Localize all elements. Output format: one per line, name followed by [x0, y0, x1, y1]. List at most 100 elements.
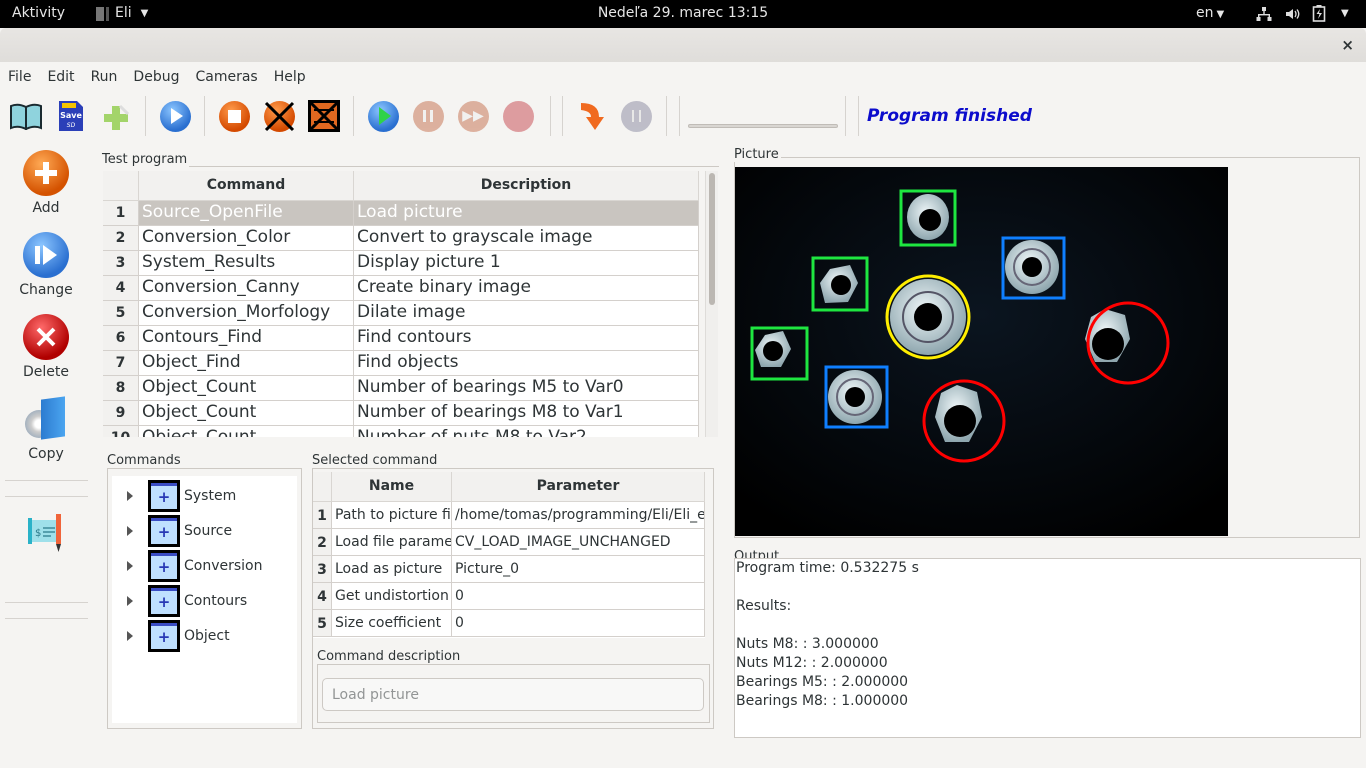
table-row[interactable]: 10Object_CountNumber of nuts M8 to Var2: [103, 426, 699, 437]
parameter-row[interactable]: 5 Size coefficient 0: [313, 610, 705, 637]
parameter-value-cell[interactable]: 0: [452, 610, 705, 637]
table-row[interactable]: 7 Object_Find Find objects: [103, 351, 699, 376]
description-cell[interactable]: Find contours: [354, 326, 699, 351]
table-row[interactable]: 2 Conversion_Color Convert to grayscale im…: [103, 226, 699, 251]
expand-arrow-icon[interactable]: [127, 561, 133, 571]
column-header-parameter[interactable]: Parameter: [452, 472, 705, 502]
command-cell[interactable]: Conversion_Morfology: [139, 301, 354, 326]
tree-item-label: Object: [184, 628, 230, 644]
debug-forward-button[interactable]: ▶▶: [456, 99, 490, 133]
expand-arrow-icon[interactable]: [127, 596, 133, 606]
description-cell[interactable]: Number of bearings M5 to Var0: [354, 376, 699, 401]
close-icon[interactable]: ×: [1341, 36, 1354, 54]
scrollbar-thumb[interactable]: [709, 173, 715, 305]
menu-run[interactable]: Run: [83, 62, 126, 92]
test-program-scrollbar[interactable]: [705, 171, 718, 437]
step-button[interactable]: [575, 99, 609, 133]
command-cell[interactable]: Source_OpenFile: [139, 201, 354, 226]
command-cell[interactable]: Contours_Find: [139, 326, 354, 351]
run-button[interactable]: [158, 99, 192, 133]
row-number: 1: [103, 201, 139, 226]
open-book-button[interactable]: [9, 99, 43, 133]
description-cell[interactable]: Load picture: [354, 201, 699, 226]
command-cell[interactable]: Object_Count: [139, 401, 354, 426]
parameter-value-cell[interactable]: Picture_0: [452, 556, 705, 583]
edit-check-button[interactable]: $: [0, 510, 92, 560]
menu-help[interactable]: Help: [266, 62, 314, 92]
parameters-table[interactable]: Name Parameter 1 Path to picture file/hom…: [313, 472, 705, 638]
copy-label: Copy: [28, 446, 64, 462]
tree-item[interactable]: + Contours: [112, 584, 247, 618]
column-header-command[interactable]: Command: [139, 171, 354, 201]
parameter-value-cell[interactable]: CV_LOAD_IMAGE_UNCHANGED: [452, 529, 705, 556]
parameter-row[interactable]: 2Load file parameterCV_LOAD_IMAGE_UNCHAN…: [313, 529, 705, 556]
table-row[interactable]: 1 Source_OpenFile Load picture: [103, 201, 699, 226]
debug-pause-button[interactable]: [411, 99, 445, 133]
parameter-row[interactable]: 1 Path to picture file/home/tomas/program…: [313, 502, 705, 529]
output-log[interactable]: Program time: 0.532275 s Results: Nuts M8:…: [734, 558, 1361, 738]
description-cell[interactable]: Find objects: [354, 351, 699, 376]
debug-run-button[interactable]: [366, 99, 400, 133]
tree-item[interactable]: + System: [112, 479, 236, 513]
description-cell[interactable]: Display picture 1: [354, 251, 699, 276]
delete-button[interactable]: Delete: [0, 314, 92, 380]
description-cell[interactable]: Convert to grayscale image: [354, 226, 699, 251]
tree-item-label: Contours: [184, 593, 248, 609]
menu-cameras[interactable]: Cameras: [187, 62, 265, 92]
table-row[interactable]: 4 Conversion_Canny Create binary image: [103, 276, 699, 301]
tree-item-label: Conversion: [184, 558, 263, 574]
row-number: 5: [103, 301, 139, 326]
stop-all-button[interactable]: [307, 99, 341, 133]
table-row[interactable]: 6 Contours_Find Find contours: [103, 326, 699, 351]
change-button[interactable]: Change: [0, 232, 92, 298]
debug-stop-button[interactable]: [501, 99, 535, 133]
table-row[interactable]: 5 Conversion_Morfology Dilate image: [103, 301, 699, 326]
new-button[interactable]: [99, 99, 133, 133]
command-cell[interactable]: Conversion_Canny: [139, 276, 354, 301]
command-cell[interactable]: Object_Count: [139, 376, 354, 401]
description-cell[interactable]: Number of bearings M8 to Var1: [354, 401, 699, 426]
description-cell[interactable]: Dilate image: [354, 301, 699, 326]
menu-debug[interactable]: Debug: [125, 62, 187, 92]
command-description-field[interactable]: Load picture: [322, 678, 704, 711]
parameter-row[interactable]: 4 Get undistortion c0: [313, 583, 705, 610]
copy-button[interactable]: Copy: [0, 396, 92, 462]
expand-arrow-icon[interactable]: [127, 526, 133, 536]
expand-arrow-icon[interactable]: [127, 631, 133, 641]
tree-item[interactable]: + Conversion: [112, 549, 263, 583]
command-cell[interactable]: System_Results: [139, 251, 354, 276]
language-indicator[interactable]: en ▼: [1196, 5, 1224, 21]
clock[interactable]: Nedeľa 29. marec 13:15: [0, 5, 1366, 21]
command-cell[interactable]: Conversion_Color: [139, 226, 354, 251]
book-icon: [10, 103, 42, 130]
command-cell[interactable]: Object_Find: [139, 351, 354, 376]
expand-arrow-icon[interactable]: [127, 491, 133, 501]
column-header-description[interactable]: Description: [354, 171, 699, 201]
parameter-row[interactable]: 3 Load as picture Picture_0: [313, 556, 705, 583]
test-program-table[interactable]: Command Description 1 Source_OpenFile Load…: [103, 171, 699, 437]
tree-item-label: System: [184, 488, 237, 504]
toolbar-separator: [550, 96, 551, 136]
system-status-area[interactable]: ▼: [1256, 5, 1349, 22]
tree-item[interactable]: + Object: [112, 619, 230, 653]
menu-file[interactable]: File: [0, 62, 39, 92]
parameter-value-cell[interactable]: /home/tomas/programming/Eli/Eli_ex: [452, 502, 705, 529]
parameter-value-cell[interactable]: 0: [452, 583, 705, 610]
table-row[interactable]: 9 Object_Count Number of bearings M8 to Va…: [103, 401, 699, 426]
table-row[interactable]: 3 System_Results Display picture 1: [103, 251, 699, 276]
column-header-name[interactable]: Name: [332, 472, 452, 502]
change-label: Change: [19, 282, 73, 298]
command-cell[interactable]: Object_Count: [139, 426, 354, 437]
tree-item[interactable]: + Source: [112, 514, 232, 548]
description-cell[interactable]: Number of nuts M8 to Var2: [354, 426, 699, 437]
stop-button[interactable]: [217, 99, 251, 133]
menu-edit[interactable]: Edit: [39, 62, 82, 92]
picture-view[interactable]: [735, 167, 1228, 536]
commands-tree[interactable]: + System + Source + Conversion + Contours + Objec…: [112, 476, 297, 723]
save-button[interactable]: Save SD: [54, 99, 88, 133]
camera-pause-button[interactable]: [619, 99, 653, 133]
table-row[interactable]: 8 Object_Count Number of bearings M5 to Va…: [103, 376, 699, 401]
add-button[interactable]: Add: [0, 150, 92, 216]
description-cell[interactable]: Create binary image: [354, 276, 699, 301]
stop-disconnect-button[interactable]: [262, 99, 296, 133]
